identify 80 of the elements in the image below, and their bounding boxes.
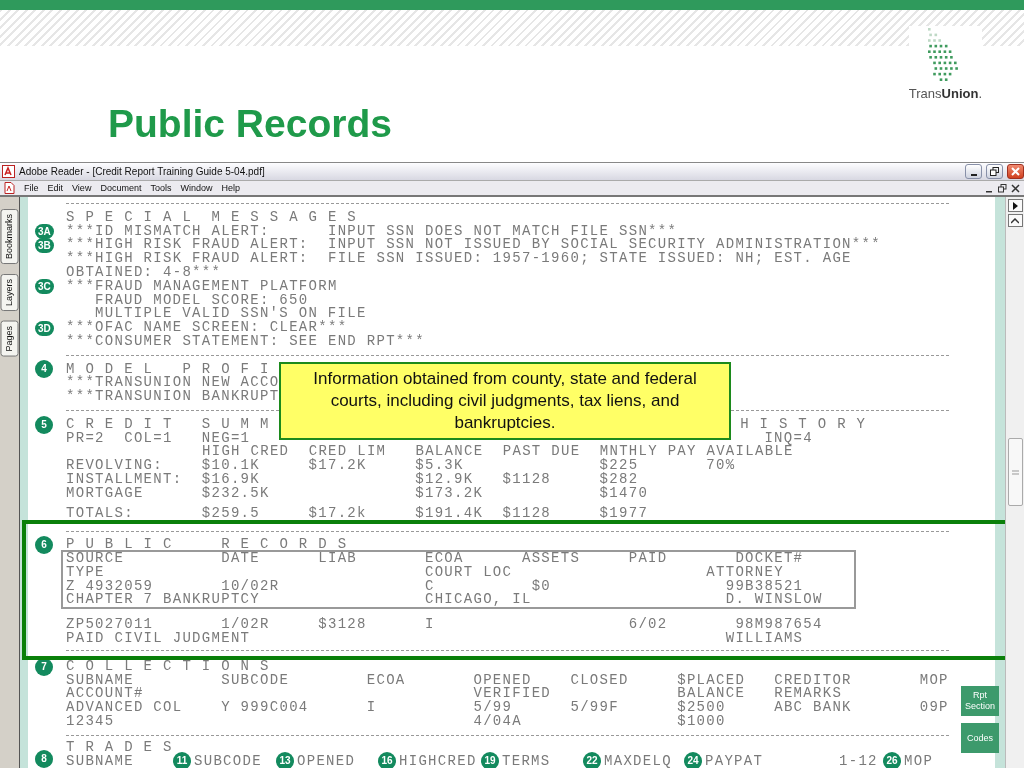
step-badge: 3C xyxy=(35,279,54,295)
step-badge: 16 xyxy=(378,752,396,768)
side-tab[interactable]: Layers xyxy=(0,274,19,312)
step-badge: 3D xyxy=(35,320,54,336)
grip-icon xyxy=(1011,469,1019,475)
report-text: ADVANCED COL Y 999C004 I 5/99 5/99F $2500 ABC BANK 09P xyxy=(66,701,949,715)
close-icon xyxy=(1011,167,1020,176)
menu-item[interactable]: Window xyxy=(180,182,213,194)
scroll-up-button[interactable] xyxy=(1007,214,1023,227)
report-text: SOURCE DATE LIAB ECOA ASSETS PAID DOCKET# xyxy=(66,551,804,566)
step-badge: 3A xyxy=(35,224,54,239)
report-text: C R E D I T S U M M xyxy=(66,417,270,432)
report-text: REVOLVING: $10.1K $17.2K $5.3K $225 70% xyxy=(66,459,736,473)
slide-title: Public Records xyxy=(108,102,392,146)
step-badge: 19 xyxy=(481,752,499,768)
step-badge: 3B xyxy=(35,237,54,253)
menu-item[interactable]: Tools xyxy=(150,182,172,194)
step-badge: 22 xyxy=(583,752,601,768)
logo-text: TransUnion. xyxy=(908,86,982,101)
report-text: INSTALLMENT: $16.9K $12.9K $1128 $282 xyxy=(66,472,639,487)
scroll-thumb[interactable] xyxy=(1007,438,1023,506)
step-badge: 13 xyxy=(276,752,294,768)
menu-item[interactable]: Edit xyxy=(47,182,64,194)
restore-icon xyxy=(990,167,999,176)
section-heading: C O L L E C T I O N S xyxy=(66,659,270,674)
restore-button[interactable] xyxy=(986,164,1003,179)
step-badge: 26 xyxy=(883,752,901,768)
menu-item[interactable]: Document xyxy=(100,182,142,194)
section-heading: P U B L I C R E C O R D S xyxy=(66,538,348,552)
close-button[interactable] xyxy=(1007,164,1024,179)
report-text: SUBNAME xyxy=(66,754,134,768)
step-badge: 11 xyxy=(173,752,191,768)
report-text: MORTGAGE $232.5K $173.2K $1470 xyxy=(66,486,649,501)
menu-item[interactable]: File xyxy=(24,182,39,194)
report-text: SUBNAME SUBCODE ECOA OPENED CLOSED $PLACED CREDITOR MOP xyxy=(66,673,949,688)
callout-note: Information obtained from county, state and federal courts, including civil judgments, tax liens, and bankruptcies. xyxy=(279,362,731,440)
step-badge: 8 xyxy=(35,750,53,768)
app-icon xyxy=(2,165,15,178)
report-text: PR=2 COL=1 NEG=1 xyxy=(66,431,251,446)
report-text: TYPE COURT LOC ATTORNEY xyxy=(66,565,784,580)
document-icon xyxy=(4,182,15,194)
side-tab[interactable]: Bookmarks xyxy=(0,209,19,264)
doc-restore-icon[interactable] xyxy=(998,183,1007,193)
minimize-button[interactable] xyxy=(965,164,982,179)
report-text: SUBCODE xyxy=(194,754,262,768)
report-text: 12345 4/04A $1000 xyxy=(66,714,726,729)
step-badge: 4 xyxy=(35,360,53,379)
report-text: MOP xyxy=(904,754,934,768)
report-text: CHAPTER 7 BANKRUPTCY CHICAGO, IL D. WINSLOW xyxy=(66,593,823,608)
report-text: Z 4932059 10/02R C $0 99B38521 xyxy=(66,579,804,594)
right-arrow-icon xyxy=(1012,201,1018,210)
report-text: PAID CIVIL JUDGMENT WILLIAMS xyxy=(66,631,804,646)
report-text: ***CONSUMER STATEMENT: SEE END RPT*** xyxy=(66,334,425,349)
report-text: HIGHCRED xyxy=(399,754,477,768)
report-text: ***OFAC NAME SCREEN: CLEAR*** xyxy=(66,321,348,335)
minimize-icon xyxy=(970,173,977,176)
section-heading: S P E C I A L M E S S A G E S xyxy=(66,210,358,225)
side-tab[interactable]: Pages xyxy=(0,321,19,357)
report-text: TOTALS: $259.5 $17.2k $191.4K $1128 $1977 xyxy=(66,506,649,521)
report-text: H I S T O R Y xyxy=(740,417,867,432)
report-text: TERMS xyxy=(502,754,551,768)
report-text: MAXDELQ xyxy=(604,754,672,768)
step-badge: 24 xyxy=(684,752,702,768)
report-text: INQ=4 xyxy=(764,431,813,446)
section-heading: T R A D E S xyxy=(66,742,173,753)
step-badge: 5 xyxy=(35,415,53,434)
doc-close-icon[interactable] xyxy=(1011,183,1020,193)
report-text: 1-12 xyxy=(839,754,878,768)
report-text: PAYPAT xyxy=(705,754,764,768)
report-text: ***FRAUD MANAGEMENT PLATFORM xyxy=(66,279,338,294)
report-text: ZP5027011 1/02R $3128 I 6/02 98M987654 xyxy=(66,618,823,632)
scroll-right-button[interactable] xyxy=(1007,199,1023,212)
report-text: ***HIGH RISK FRAUD ALERT: FILE SSN ISSUED: 1957-1960; STATE ISSUED: NH; EST. AGE xyxy=(66,252,852,266)
menu-item[interactable]: Help xyxy=(221,182,240,194)
menu-item[interactable]: View xyxy=(72,182,92,194)
step-badge: 6 xyxy=(35,536,53,555)
report-text: OPENED xyxy=(297,754,356,768)
report-text: OBTAINED: 4-8*** xyxy=(66,266,222,280)
report-text: ***TRANSUNION BANKRUPT xyxy=(66,390,280,404)
window-title: Adobe Reader - [Credit Report Training Guide 5-04.pdf] xyxy=(19,165,265,179)
